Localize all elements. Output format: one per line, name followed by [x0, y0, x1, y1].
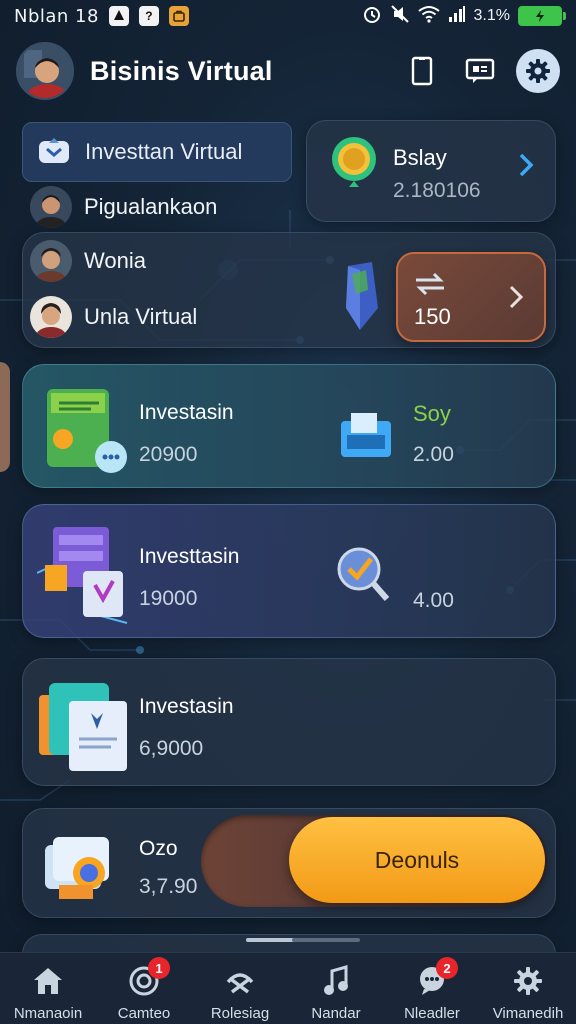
page-title: Bisinis Virtual: [90, 55, 273, 86]
settings-button[interactable]: [516, 49, 560, 93]
side-peek-panel: [0, 362, 10, 472]
signal-icon: [448, 5, 466, 28]
nav-item-nleadler[interactable]: 2 Nleadler: [384, 953, 480, 1024]
chevron-right-icon: [519, 153, 534, 177]
phone-icon: [411, 56, 433, 86]
menu-item-wonia[interactable]: Wonia: [30, 240, 146, 282]
avatar: [30, 296, 72, 338]
nav-label: Camteo: [117, 1005, 171, 1022]
investment-card-2[interactable]: Investtasin 19000 4.00: [22, 504, 556, 638]
deposit-label: Ozo: [139, 837, 178, 860]
chevron-right-icon: [509, 285, 524, 309]
investment-card-1[interactable]: Investasin 20900 Soy 2.00: [22, 364, 556, 488]
nav-item-camteo[interactable]: 1 Camteo: [96, 953, 192, 1024]
message-icon: [465, 58, 495, 83]
investment-label: Investtasin: [139, 545, 240, 568]
nav-item-nandar[interactable]: Nandar: [288, 953, 384, 1024]
transfer-value: 150: [414, 304, 451, 329]
notification-badge: 2: [436, 957, 458, 979]
menu-item-unla-virtual[interactable]: Unla Virtual: [30, 296, 197, 338]
investment-value: 19000: [139, 587, 198, 610]
notification-badge: 1: [148, 957, 170, 979]
balance-value: 2.180106: [393, 179, 481, 202]
nav-label: Nandar: [311, 1005, 361, 1022]
phone-button[interactable]: [400, 49, 444, 93]
profile-avatar[interactable]: [16, 42, 74, 100]
music-icon: [318, 963, 354, 999]
status-bar: Nblan 18 ? 3.1%: [0, 0, 576, 32]
nav-label: Vimanedih: [492, 1005, 564, 1022]
investment-value: 20900: [139, 443, 198, 466]
menu-item-pigualankaon[interactable]: Pigualankaon: [30, 186, 217, 228]
gear-icon: [510, 963, 546, 999]
investment-right-label: Soy: [413, 401, 451, 426]
money-box-icon: [47, 389, 127, 473]
avatar: [30, 240, 72, 282]
menu-item-label: Investtan Virtual: [85, 139, 243, 164]
gear-icon: [526, 59, 550, 83]
menu-item-label: Pigualankaon: [84, 194, 218, 219]
home-icon: [30, 963, 66, 999]
nav-item-home[interactable]: Nmanaoin: [0, 953, 96, 1024]
bottom-nav: Nmanaoin 1 Camteo Rolesiag Nandar 2 Nlea…: [0, 952, 576, 1024]
status-time: Nblan 18: [14, 5, 99, 27]
avatar: [30, 186, 72, 228]
folder-icon: [341, 413, 391, 457]
magnifier-icon: [337, 547, 390, 601]
message-button[interactable]: [458, 49, 502, 93]
nav-label: Nmanaoin: [13, 1005, 83, 1022]
nav-label: Rolesiag: [210, 1005, 270, 1022]
battery-icon: [518, 6, 566, 26]
notification-bag-icon: [168, 6, 189, 26]
crystal-icon: [346, 262, 378, 330]
nav-item-vimanedih[interactable]: Vimanedih: [480, 953, 576, 1024]
balance-title: Bslay: [393, 145, 447, 170]
transfer-card[interactable]: 150: [396, 252, 546, 342]
app-header: Bisinis Virtual: [0, 36, 576, 106]
investment-right-value: 4.00: [413, 589, 454, 612]
menu-item-label: Wonia: [84, 248, 146, 273]
deposit-button[interactable]: Deonuls: [289, 817, 545, 903]
investment-card-3[interactable]: Investasin 6,9000: [22, 658, 556, 786]
money-stack-icon: [45, 837, 109, 899]
investment-label: Investasin: [139, 401, 234, 424]
server-box-icon: [37, 527, 128, 624]
wifi-icon: [417, 5, 440, 28]
balance-card[interactable]: Bslay 2.180106: [306, 120, 556, 222]
investment-right-value: 2.00: [413, 443, 454, 466]
deposit-value: 3,7.90: [139, 875, 198, 898]
battery-percent: 3.1%: [473, 7, 510, 24]
alarm-icon: [362, 4, 382, 29]
investment-label: Investasin: [139, 695, 234, 718]
menu-item-investtan-virtual[interactable]: Investtan Virtual: [22, 122, 292, 182]
hat-icon: [222, 963, 258, 999]
nav-item-rolesiag[interactable]: Rolesiag: [192, 953, 288, 1024]
document-box-icon: [39, 683, 127, 771]
notification-app-icon: [108, 6, 129, 26]
nav-label: Nleadler: [404, 1005, 460, 1022]
scroll-indicator-track: [292, 938, 360, 942]
deposit-card: Ozo 3,7.90 Deonuls: [22, 808, 556, 918]
deposit-button-label: Deonuls: [374, 846, 460, 873]
mute-icon: [390, 4, 410, 29]
transfer-icon: [416, 272, 444, 296]
menu-item-label: Unla Virtual: [84, 304, 198, 329]
coin-icon: [332, 137, 376, 187]
notification-help-icon: ?: [138, 6, 159, 26]
investment-value: 6,9000: [139, 737, 204, 760]
shield-icon: [39, 138, 69, 163]
